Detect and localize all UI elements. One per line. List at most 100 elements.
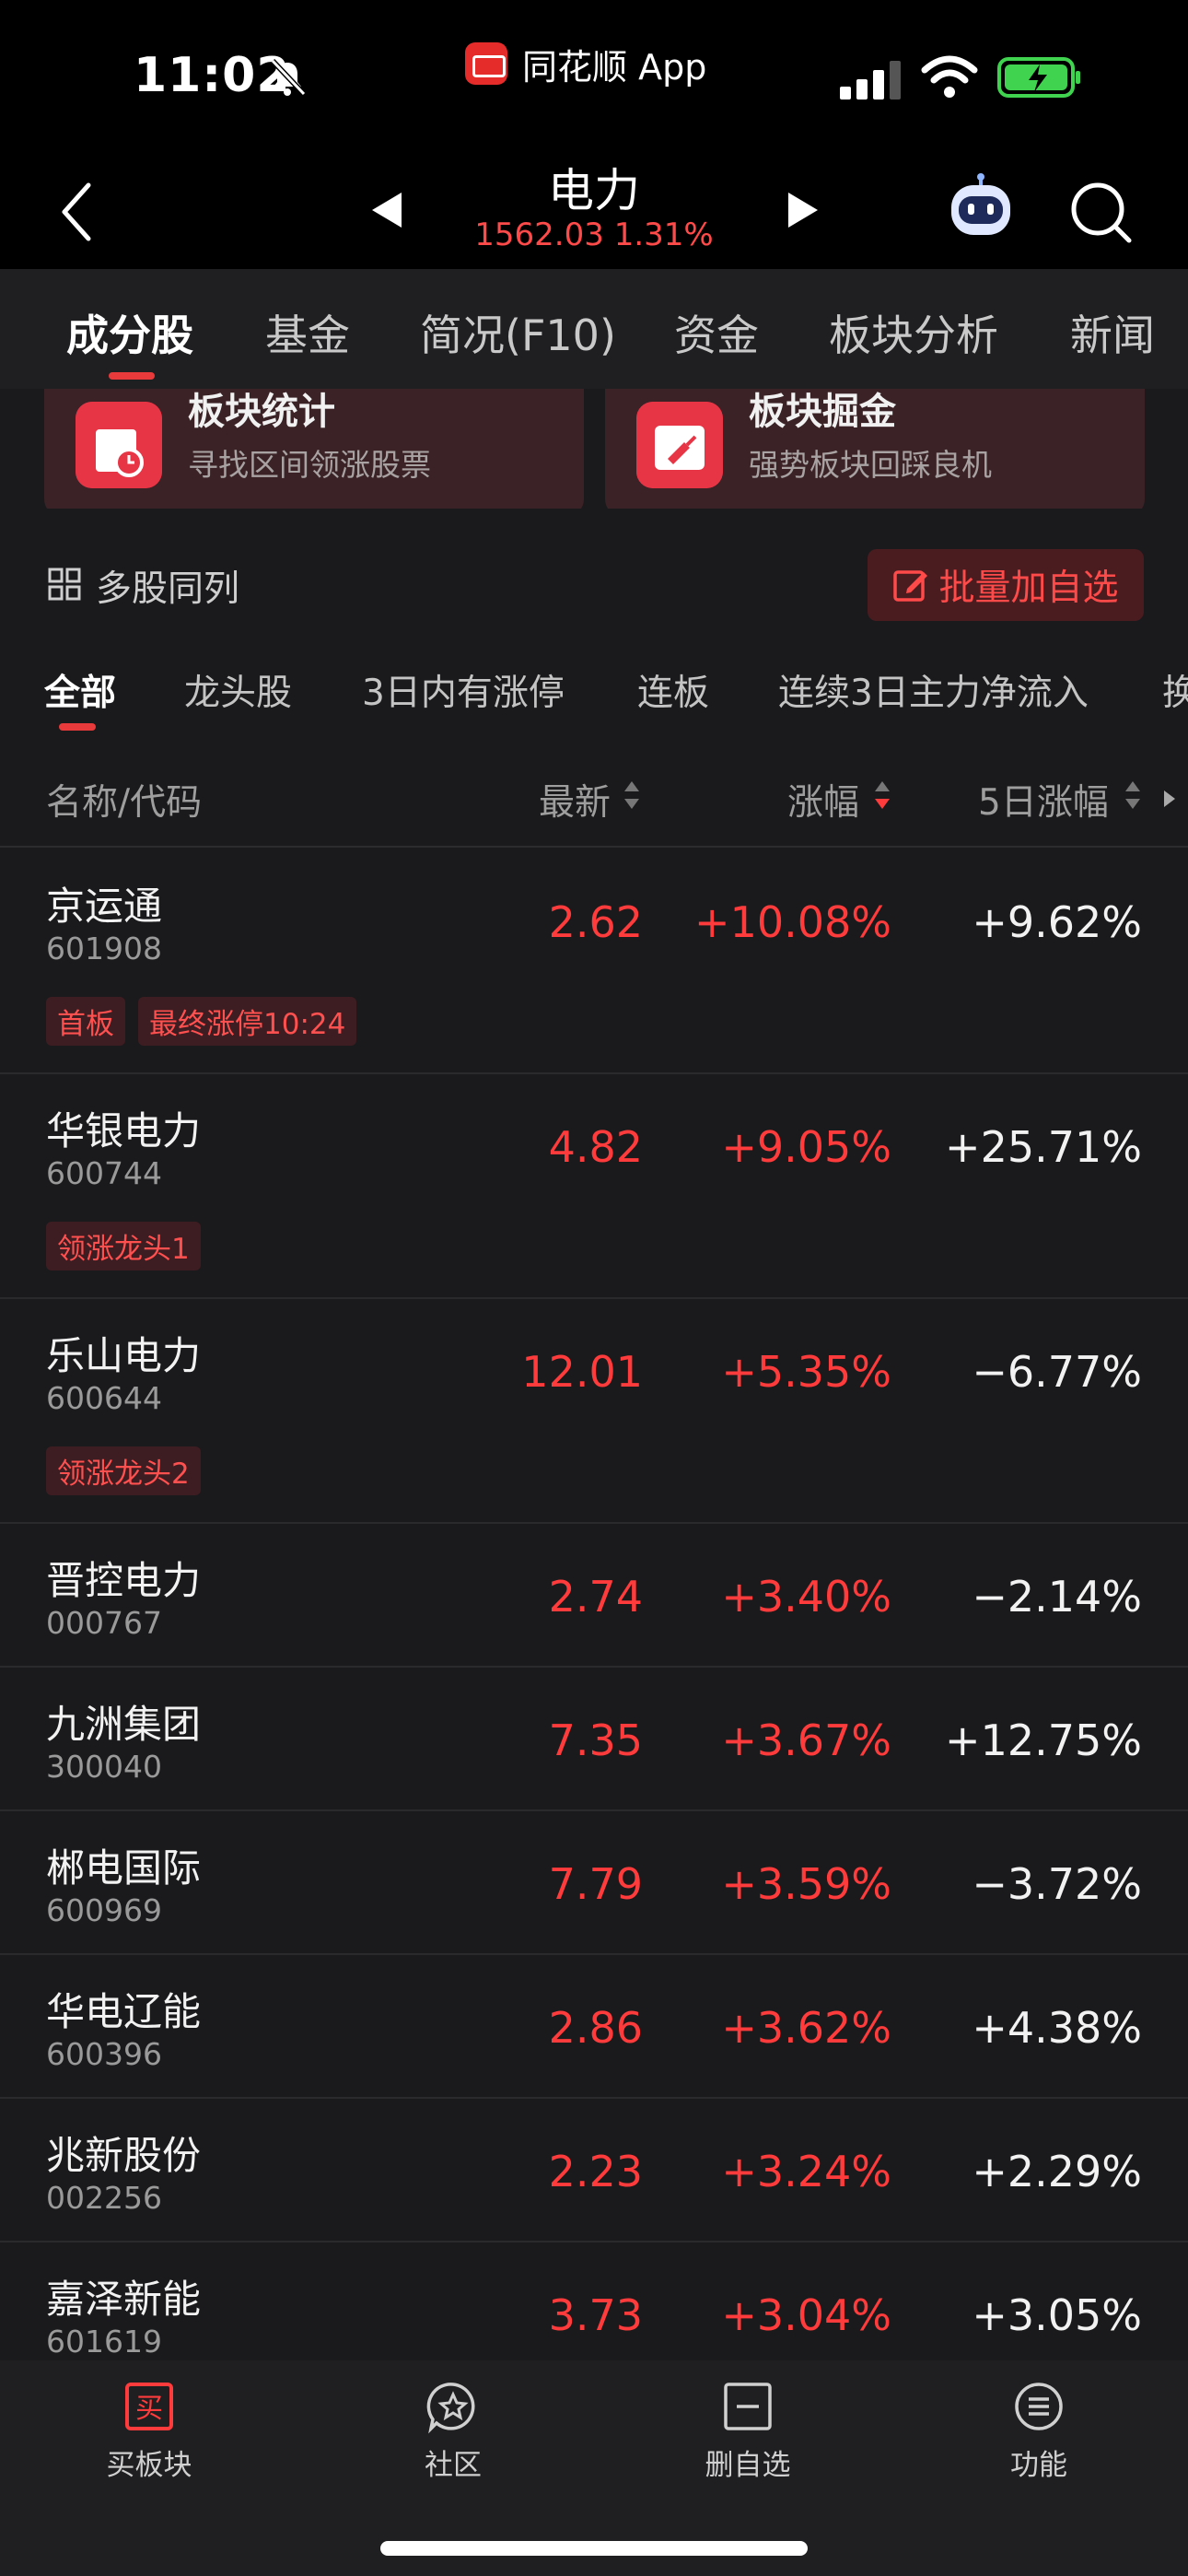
stock-code: 600744 [46,1155,162,1191]
source-app-indicator[interactable]: 同花顺 App [465,41,707,88]
active-filter-indicator [59,723,96,731]
table-row[interactable]: 京运通 601908 2.62 +10.08% +9.62% 首板 最终涨停10… [0,849,1188,1074]
search-icon[interactable] [1066,178,1135,246]
table-row[interactable]: 乐山电力 600644 12.01 +5.35% −6.77% 领涨龙头2 [0,1299,1188,1524]
table-row[interactable]: 晋控电力 000767 2.74 +3.40% −2.14% [0,1524,1188,1668]
tab-funds[interactable]: 基金 [265,302,350,363]
sector-stats-card[interactable]: 板块统计 寻找区间领涨股票 [44,389,584,509]
main-tab-bar: 成分股 基金 简况(F10) 资金 板块分析 新闻 [0,269,1188,389]
table-row[interactable]: 兆新股份 002256 2.23 +3.24% +2.29% [0,2099,1188,2242]
status-bar: 11:02 同花顺 App [0,0,1188,152]
stock-name: 郴电国际 [46,1845,202,1891]
cellular-signal-icon [840,61,901,100]
column-change[interactable]: 涨幅 [787,774,859,825]
edit-icon [893,570,928,602]
community-button[interactable]: 社区 [361,2379,545,2483]
stock-price: 2.86 [548,2003,643,2053]
filter-inflow-3d[interactable]: 连续3日主力净流入 [778,664,1089,716]
app-icon [465,42,507,85]
filter-tabs: 全部 龙头股 3日内有涨停 连板 连续3日主力净流入 换 [0,650,1188,732]
stock-tags: 领涨龙头2 [46,1446,201,1495]
stock-code: 000767 [46,1605,162,1641]
status-badge: 领涨龙头1 [46,1222,201,1270]
next-sector-icon[interactable] [785,189,821,231]
list-toolbar: 多股同列 批量加自选 [0,544,1188,626]
nav-label: 删自选 [705,2449,791,2482]
stock-change: +5.35% [721,1347,891,1397]
home-indicator[interactable] [380,2541,808,2556]
batch-add-watchlist-button[interactable]: 批量加自选 [868,549,1144,621]
stock-five-day-change: +4.38% [972,2003,1142,2053]
sort-desc-icon[interactable] [873,778,891,813]
filter-more[interactable]: 换 [1162,664,1188,716]
stock-code: 600969 [46,1892,162,1928]
community-icon [426,2383,475,2434]
stock-price: 7.35 [548,1715,643,1765]
multi-stock-view-label[interactable]: 多股同列 [96,560,239,612]
sector-stats-icon [76,402,162,488]
card-title: 板块掘金 [749,391,896,433]
batch-add-label: 批量加自选 [938,568,1119,609]
tab-constituents[interactable]: 成分股 [66,302,193,363]
functions-button[interactable]: 功能 [947,2379,1131,2483]
stock-code: 600644 [46,1380,162,1416]
column-five-day-change[interactable]: 5日涨幅 [978,774,1109,825]
ai-assistant-icon[interactable] [944,172,1018,246]
stock-change: +3.67% [721,1715,891,1765]
grid-icon[interactable] [48,568,81,601]
stock-name: 嘉泽新能 [46,2277,202,2322]
wifi-icon [921,55,978,98]
status-badge: 最终涨停10:24 [138,997,357,1046]
stock-five-day-change: −6.77% [972,1347,1142,1397]
stock-change: +3.62% [721,2003,891,2053]
tab-profile-f10[interactable]: 简况(F10) [420,302,616,363]
stock-five-day-change: +2.29% [972,2147,1142,2196]
table-row[interactable]: 华电辽能 600396 2.86 +3.62% +4.38% [0,1955,1188,2099]
stock-name: 京运通 [46,884,163,929]
battery-charging-icon [997,57,1080,98]
table-row[interactable]: 九洲集团 300040 7.35 +3.67% +12.75% [0,1668,1188,1811]
shovel-icon [636,402,723,488]
remove-watchlist-button[interactable]: 删自选 [656,2379,840,2483]
column-price[interactable]: 最新 [539,774,611,825]
filter-consecutive[interactable]: 连板 [637,664,709,716]
stock-price: 4.82 [548,1122,643,1172]
table-row[interactable]: 华银电力 600744 4.82 +9.05% +25.71% 领涨龙头1 [0,1074,1188,1299]
stock-change: +9.05% [721,1122,891,1172]
more-columns-icon[interactable] [1162,789,1177,809]
remove-watchlist-icon [724,2383,772,2430]
card-description: 寻找区间领涨股票 [188,447,431,483]
stock-price: 2.62 [548,897,643,947]
status-badge: 首板 [46,997,125,1046]
stock-five-day-change: +9.62% [972,897,1142,947]
table-header: 名称/代码 最新 涨幅 5日涨幅 [0,755,1188,848]
stock-code: 601619 [46,2324,162,2359]
stock-name: 华电辽能 [46,1989,202,2034]
stock-name: 华银电力 [46,1108,202,1153]
nav-label: 买板块 [106,2449,192,2482]
stock-change: +10.08% [694,897,891,947]
filter-leaders[interactable]: 龙头股 [184,664,292,716]
tab-capital[interactable]: 资金 [674,302,759,363]
stock-code: 601908 [46,931,162,966]
active-tab-indicator [109,372,155,380]
stock-change: +3.40% [721,1572,891,1622]
filter-all[interactable]: 全部 [44,664,116,716]
tab-sector-analysis[interactable]: 板块分析 [829,302,998,363]
buy-sector-button[interactable]: 买 买板块 [57,2379,241,2483]
bottom-action-bar: 买 买板块 社区 删自选 功能 [0,2360,1188,2576]
card-description: 强势板块回踩良机 [749,447,992,483]
nav-label: 功能 [1010,2449,1067,2482]
filter-limit-up-3d[interactable]: 3日内有涨停 [362,664,565,716]
stock-five-day-change: +12.75% [945,1715,1142,1765]
sort-icon[interactable] [623,778,641,813]
stock-code: 002256 [46,2180,162,2216]
stock-price: 7.79 [548,1859,643,1909]
sector-mining-card[interactable]: 板块掘金 强势板块回踩良机 [605,389,1145,509]
stock-five-day-change: +3.05% [972,2290,1142,2340]
sort-icon[interactable] [1124,778,1142,813]
tab-news[interactable]: 新闻 [1070,302,1155,363]
source-app-name: 同花顺 App [522,46,707,88]
table-row[interactable]: 郴电国际 600969 7.79 +3.59% −3.72% [0,1811,1188,1955]
stock-change: +3.04% [721,2290,891,2340]
